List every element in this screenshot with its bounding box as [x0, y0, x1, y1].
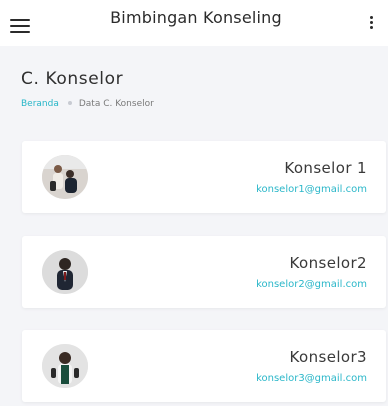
breadcrumb-separator-icon — [67, 101, 72, 105]
counselor-avatar — [42, 155, 88, 199]
vertical-dots-icon[interactable] — [366, 14, 376, 32]
page-title: C. Konselor — [21, 69, 124, 89]
counselor-email: konselor3@gmail.com — [256, 373, 367, 384]
breadcrumb-current: Data C. Konselor — [78, 99, 154, 109]
counselor-email: konselor2@gmail.com — [256, 279, 367, 290]
counselor-card[interactable]: Konselor2 konselor2@gmail.com — [22, 236, 386, 308]
person-photo-icon — [42, 344, 88, 388]
counselor-card[interactable]: Konselor 1 konselor1@gmail.com — [22, 141, 386, 213]
person-photo-icon — [42, 155, 88, 199]
counselor-name: Konselor 1 — [284, 159, 367, 177]
hamburger-menu-icon[interactable] — [10, 16, 34, 34]
menu-line — [10, 19, 30, 21]
counselor-card[interactable]: Konselor3 konselor3@gmail.com — [22, 330, 386, 402]
breadcrumb-home-link[interactable]: Beranda — [21, 99, 59, 109]
breadcrumb: Beranda Data C. Konselor — [21, 99, 154, 109]
counselor-avatar — [42, 344, 88, 388]
counselor-name: Konselor3 — [289, 348, 367, 366]
app-title: Bimbingan Konseling — [110, 8, 282, 27]
counselor-email: konselor1@gmail.com — [256, 184, 367, 195]
top-app-bar: Bimbingan Konseling — [0, 0, 388, 46]
counselor-name: Konselor2 — [289, 254, 367, 272]
dot — [370, 26, 373, 29]
counselor-avatar — [42, 250, 88, 294]
app-screen: Bimbingan Konseling C. Konselor Beranda D… — [0, 0, 388, 406]
dot — [370, 16, 373, 19]
menu-line — [10, 25, 30, 27]
person-photo-icon — [42, 250, 88, 294]
dot — [370, 21, 373, 24]
menu-line — [10, 31, 30, 33]
